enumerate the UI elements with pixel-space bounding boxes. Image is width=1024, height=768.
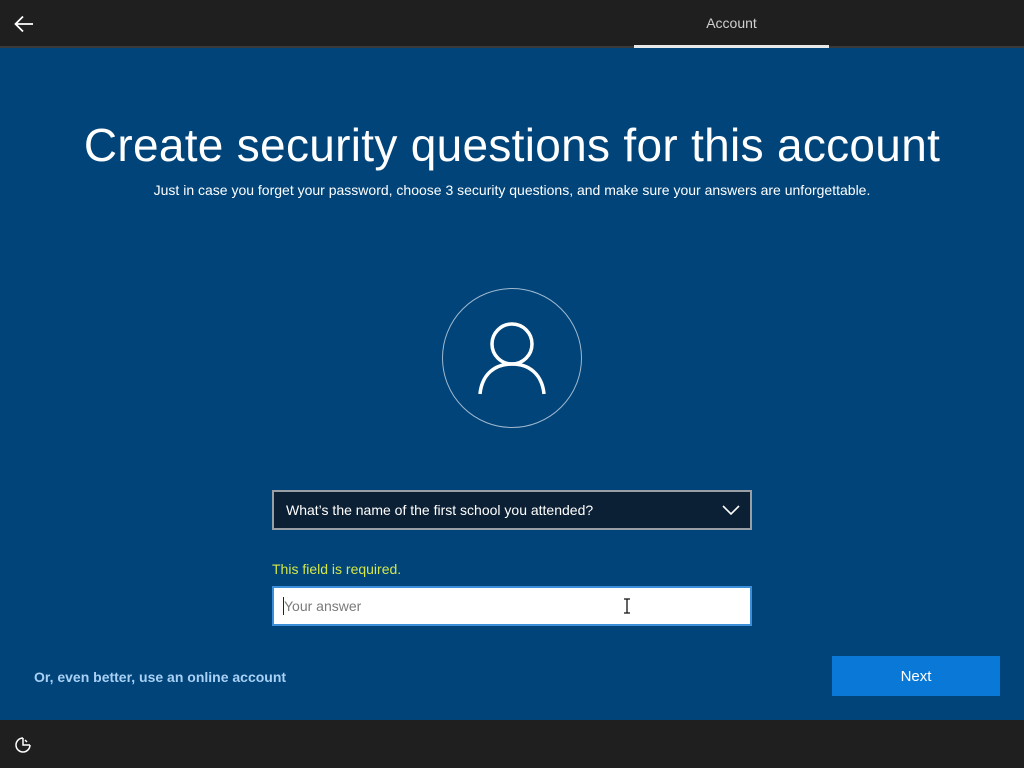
text-cursor-icon [624, 598, 630, 614]
chevron-down-icon [722, 505, 740, 516]
answer-field[interactable] [272, 586, 752, 626]
back-arrow-icon [14, 15, 33, 33]
next-button-label: Next [900, 667, 932, 685]
oobe-screen: Account Create security questions for th… [0, 0, 1024, 768]
security-question-selected: What’s the name of the first school you … [286, 502, 594, 518]
online-account-link[interactable]: Or, even better, use an online account [34, 669, 286, 685]
ease-of-access-button[interactable] [12, 734, 34, 756]
tab-account[interactable]: Account [634, 0, 829, 46]
field-error-message: This field is required. [272, 561, 402, 577]
top-bar: Account [0, 0, 1024, 48]
user-icon [478, 322, 546, 395]
text-caret [283, 597, 284, 615]
page-title: Create security questions for this accou… [83, 119, 941, 171]
back-button[interactable] [8, 8, 40, 40]
security-question-select[interactable]: What’s the name of the first school you … [272, 490, 752, 530]
page-subtitle: Just in case you forget your password, c… [153, 182, 871, 198]
avatar [442, 288, 582, 428]
next-button[interactable]: Next [832, 656, 1000, 696]
tab-active-indicator [634, 45, 829, 48]
bottom-bar [0, 720, 1024, 768]
ease-of-access-icon [15, 737, 31, 753]
tab-account-label: Account [706, 15, 757, 31]
